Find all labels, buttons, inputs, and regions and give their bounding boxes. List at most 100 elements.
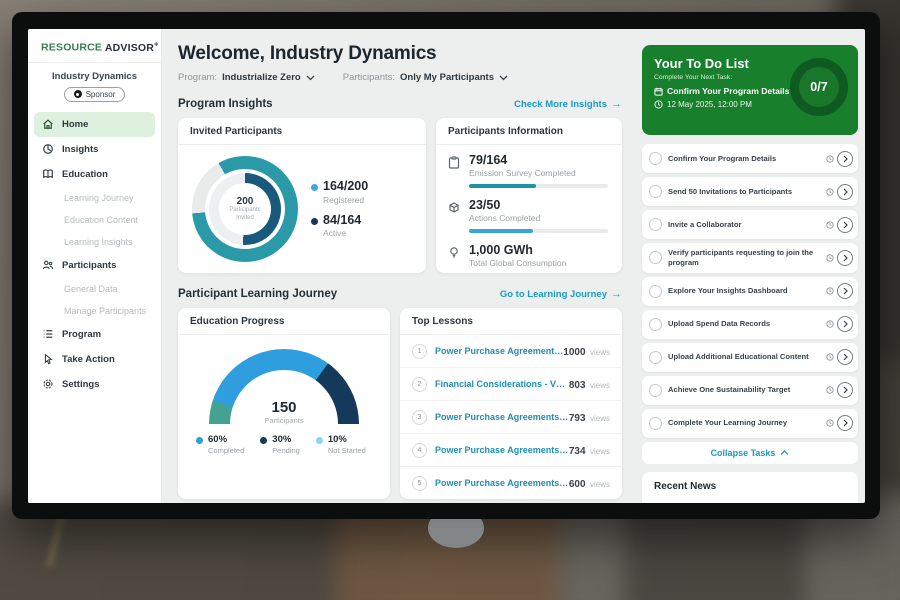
sidebar-item-learning-journey[interactable]: Learning Journey — [34, 187, 155, 209]
program-filter[interactable]: Program: Industrialize Zero — [178, 72, 315, 83]
task-upload-educational-content[interactable]: Upload Additional Educational Content — [642, 343, 858, 372]
sidebar-item-label: General Data — [64, 284, 118, 294]
invited-total-label: Participants Invited — [223, 207, 267, 222]
lesson-row-5[interactable]: 5 Power Purchase Agreements 103 600 view… — [400, 467, 622, 499]
task-open-button[interactable] — [837, 283, 853, 299]
task-checkbox[interactable] — [649, 251, 662, 264]
lesson-link[interactable]: Power Purchase Agreements 101 — [435, 346, 563, 356]
task-complete-learning-journey[interactable]: Complete Your Learning Journey — [642, 409, 858, 438]
chevron-right-icon — [843, 188, 848, 196]
sidebar-item-take-action[interactable]: Take Action — [34, 347, 155, 372]
task-label: Upload Spend Data Records — [668, 319, 823, 329]
clock-icon — [826, 221, 834, 229]
learning-cards-row: Education Progress 150 Participants — [178, 308, 622, 499]
sidebar-item-settings[interactable]: Settings — [34, 372, 155, 397]
clock-icon — [826, 287, 834, 295]
check-more-insights-link[interactable]: Check More Insights → — [514, 99, 622, 110]
insights-icon — [42, 143, 54, 155]
lesson-row-2[interactable]: 2 Financial Considerations - VPPAs 803 v… — [400, 368, 622, 401]
link-label: Go to Learning Journey — [500, 289, 607, 300]
sidebar-item-education-content[interactable]: Education Content — [34, 209, 155, 231]
sidebar-item-education[interactable]: Education — [34, 162, 155, 187]
sidebar-item-home[interactable]: Home — [34, 112, 155, 137]
invited-participants-card: Invited Participants 200 Participants In… — [178, 118, 426, 273]
lesson-link[interactable]: Power Purchase Agreements 102 — [435, 445, 569, 455]
program-icon — [42, 328, 54, 340]
task-checkbox[interactable] — [649, 384, 662, 397]
sidebar-item-label: Manage Participants — [64, 306, 146, 316]
lesson-link[interactable]: Power Purchase Agreements 101 — [435, 412, 569, 422]
chevron-right-icon — [843, 155, 848, 163]
section-title: Participant Learning Journey — [178, 288, 337, 300]
gauge-center-label: 150 Participants — [209, 399, 359, 425]
sidebar-item-participants[interactable]: Participants — [34, 253, 155, 278]
legend-not-started: 10% Not Started — [316, 435, 366, 455]
task-checkbox[interactable] — [649, 318, 662, 331]
not-started-label: Not Started — [328, 446, 366, 455]
lesson-link[interactable]: Power Purchase Agreements 103 — [435, 478, 569, 488]
program-insights-header: Program Insights Check More Insights → — [178, 98, 622, 110]
calendar-icon — [654, 87, 663, 96]
legend-registered: 164/200 Registered — [311, 180, 368, 205]
task-confirm-program-details[interactable]: Confirm Your Program Details — [642, 144, 858, 173]
card-title: Participants Information — [436, 118, 622, 145]
program-filter-value: Industrialize Zero — [222, 72, 301, 83]
registered-label: Registered — [323, 195, 368, 205]
task-open-button[interactable] — [837, 250, 853, 266]
education-legend: 60% Completed 30% Pending — [178, 425, 390, 465]
sidebar-item-manage-participants[interactable]: Manage Participants — [34, 300, 155, 322]
lesson-row-4[interactable]: 4 Power Purchase Agreements 102 734 view… — [400, 434, 622, 467]
task-open-button[interactable] — [837, 217, 853, 233]
todo-panel: Your To Do List Complete Your Next Task:… — [636, 29, 865, 503]
legend-dot — [311, 184, 318, 191]
actions-progress-fill — [469, 229, 533, 233]
lesson-row-1[interactable]: 1 Power Purchase Agreements 101 1000 vie… — [400, 335, 622, 368]
task-checkbox[interactable] — [649, 185, 662, 198]
lesson-rank: 2 — [412, 377, 427, 392]
sidebar-item-label: Education — [62, 169, 108, 180]
task-open-button[interactable] — [837, 316, 853, 332]
arrow-right-icon: → — [611, 99, 622, 110]
go-to-learning-journey-link[interactable]: Go to Learning Journey → — [500, 289, 622, 300]
task-checkbox[interactable] — [649, 417, 662, 430]
take-action-icon — [42, 353, 54, 365]
task-invite-collaborator[interactable]: Invite a Collaborator — [642, 210, 858, 239]
task-checkbox[interactable] — [649, 285, 662, 298]
task-open-button[interactable] — [837, 349, 853, 365]
task-open-button[interactable] — [837, 184, 853, 200]
task-send-invitations[interactable]: Send 50 Invitations to Participants — [642, 177, 858, 206]
task-open-button[interactable] — [837, 382, 853, 398]
task-upload-spend-data[interactable]: Upload Spend Data Records — [642, 310, 858, 339]
lesson-views: 600 — [569, 479, 586, 490]
sidebar-item-insights[interactable]: Insights — [34, 137, 155, 162]
completed-label: Completed — [208, 446, 244, 455]
clock-icon — [826, 419, 834, 427]
task-verify-participants[interactable]: Verify participants requesting to join t… — [642, 243, 858, 273]
sponsor-badge[interactable]: Sponsor — [64, 87, 126, 102]
lesson-row-3[interactable]: 3 Power Purchase Agreements 101 793 view… — [400, 401, 622, 434]
task-checkbox[interactable] — [649, 218, 662, 231]
lesson-rank: 4 — [412, 443, 427, 458]
task-explore-insights[interactable]: Explore Your Insights Dashboard — [642, 277, 858, 306]
task-checkbox[interactable] — [649, 152, 662, 165]
sidebar-item-general-data[interactable]: General Data — [34, 278, 155, 300]
lesson-views: 793 — [569, 413, 586, 424]
sidebar-item-label: Education Content — [64, 215, 138, 225]
task-open-button[interactable] — [837, 151, 853, 167]
lesson-views: 734 — [569, 446, 586, 457]
legend-dot — [260, 437, 267, 444]
task-open-button[interactable] — [837, 415, 853, 431]
sidebar-item-learning-insights[interactable]: Learning Insights — [34, 231, 155, 253]
sidebar-program-name: Industry Dynamics — [28, 71, 161, 82]
sidebar-item-program[interactable]: Program — [34, 322, 155, 347]
task-label: Verify participants requesting to join t… — [668, 248, 823, 268]
views-suffix: views — [590, 381, 610, 390]
participants-filter[interactable]: Participants: Only My Participants — [343, 72, 508, 83]
participants-information-card: Participants Information 79/164 Emission… — [436, 118, 622, 273]
invited-card-body: 200 Participants Invited 164/200 Registe — [178, 145, 426, 273]
filter-row: Program: Industrialize Zero Participants… — [178, 72, 622, 83]
task-checkbox[interactable] — [649, 351, 662, 364]
task-achieve-sustainability-target[interactable]: Achieve One Sustainability Target — [642, 376, 858, 405]
lesson-link[interactable]: Financial Considerations - VPPAs — [435, 379, 569, 389]
collapse-tasks-button[interactable]: Collapse Tasks — [642, 442, 858, 464]
